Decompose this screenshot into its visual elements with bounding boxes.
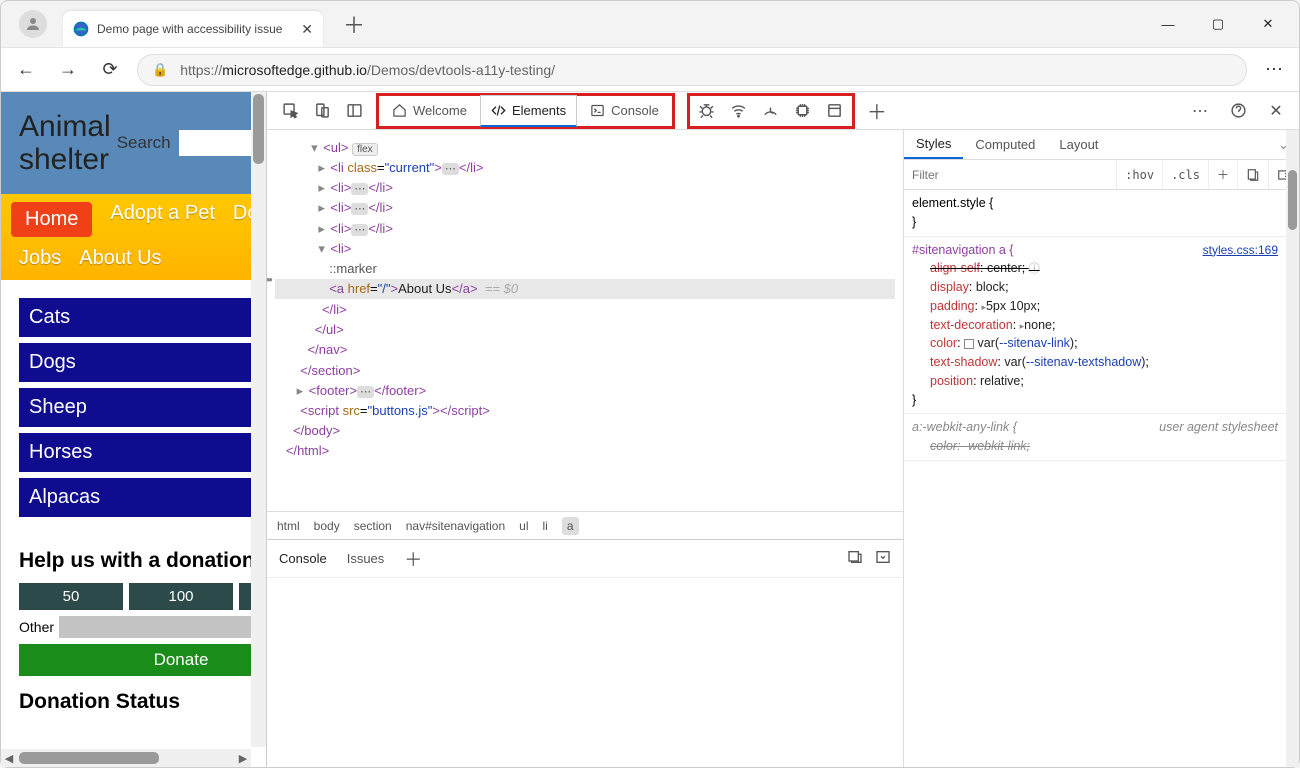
drawer-tool-icon[interactable] <box>847 549 863 568</box>
donation-50[interactable]: 50 <box>19 583 123 610</box>
category-horses[interactable]: Horses <box>19 433 266 472</box>
donation-100[interactable]: 100 <box>129 583 233 610</box>
help-icon[interactable] <box>1223 96 1253 126</box>
styles-toolbar: :hov .cls ＋ <box>904 160 1299 190</box>
add-tab-icon[interactable]: ＋ <box>862 96 892 126</box>
category-cats[interactable]: Cats <box>19 298 266 337</box>
drawer-tab-issues[interactable]: Issues <box>347 551 385 566</box>
forward-button[interactable]: → <box>53 55 83 85</box>
page-header: Animalshelter Search <box>1 92 266 194</box>
donation-other-input[interactable] <box>59 616 266 638</box>
drawer-add-icon[interactable]: ＋ <box>404 546 422 572</box>
drawer-collapse-icon[interactable] <box>875 549 891 568</box>
hov-toggle[interactable]: :hov <box>1116 160 1162 189</box>
devtools-more-icon[interactable]: ⋯ <box>1185 96 1215 126</box>
profile-icon[interactable] <box>19 10 47 38</box>
memory-icon[interactable] <box>788 96 818 126</box>
nav-home[interactable]: Home <box>11 202 92 237</box>
category-dogs[interactable]: Dogs <box>19 343 266 382</box>
dom-tree[interactable]: ▾<ul> flex ▸<li class="current">⋯</li> ▸… <box>267 130 903 511</box>
minimize-button[interactable]: ― <box>1145 8 1191 40</box>
selected-dom-node[interactable]: <a href="/">About Us</a> == $0 <box>275 279 895 299</box>
page-horizontal-scrollbar[interactable]: ◀ ▶ <box>1 749 251 767</box>
scroll-right-icon[interactable]: ▶ <box>235 752 251 765</box>
scroll-left-icon[interactable]: ◀ <box>1 752 17 765</box>
content-area: Animalshelter Search Home Adopt a Pet Do… <box>1 91 1299 767</box>
subtab-styles[interactable]: Styles <box>904 130 963 159</box>
nav-adopt[interactable]: Adopt a Pet <box>110 202 215 237</box>
site-nav: Home Adopt a Pet Donate Jobs About Us <box>1 194 266 280</box>
elements-pane: ▾<ul> flex ▸<li class="current">⋯</li> ▸… <box>267 130 904 767</box>
tools-highlight-box <box>687 93 855 129</box>
console-drawer-body[interactable] <box>267 577 903 767</box>
devtools: Welcome Elements Console <box>266 92 1299 767</box>
browser-toolbar: ← → ⟳ 🔒 https://microsoftedge.github.io/… <box>1 47 1299 91</box>
performance-icon[interactable] <box>756 96 786 126</box>
tab-welcome[interactable]: Welcome <box>381 95 478 127</box>
bug-icon[interactable] <box>692 96 722 126</box>
donation-section: Help us with a donation 50 100 200 Other… <box>1 549 266 734</box>
donation-other-label: Other <box>19 619 54 635</box>
refresh-button[interactable]: ⟳ <box>95 55 125 85</box>
styles-scrollbar[interactable] <box>1286 130 1299 767</box>
url-text: https://microsoftedge.github.io/Demos/de… <box>180 62 555 78</box>
tab-favicon-icon <box>73 21 89 37</box>
css-rules[interactable]: element.style { } #sitenavigation a {sty… <box>904 190 1299 767</box>
page-vertical-scrollbar[interactable] <box>251 92 266 747</box>
styles-tabs: Styles Computed Layout ⌄ <box>904 130 1299 160</box>
device-emulation-icon[interactable] <box>307 96 337 126</box>
page-pane: Animalshelter Search Home Adopt a Pet Do… <box>1 92 266 767</box>
scrollbar-thumb[interactable] <box>253 94 264 164</box>
styles-filter-input[interactable] <box>904 160 1116 189</box>
browser-window: Demo page with accessibility issue ✕ ＋ ―… <box>0 0 1300 768</box>
donation-heading: Help us with a donation <box>19 549 266 573</box>
nav-about[interactable]: About Us <box>79 247 161 270</box>
console-drawer-tabs: Console Issues ＋ <box>267 539 903 577</box>
category-alpacas[interactable]: Alpacas <box>19 478 266 517</box>
search-label: Search <box>117 133 171 153</box>
tab-console[interactable]: Console <box>579 95 670 127</box>
titlebar: Demo page with accessibility issue ✕ ＋ ―… <box>1 1 1299 47</box>
scrollbar-thumb[interactable] <box>19 752 159 764</box>
tabs-highlight-box: Welcome Elements Console <box>376 93 675 129</box>
new-rule-icon[interactable]: ＋ <box>1208 160 1237 189</box>
subtab-layout[interactable]: Layout <box>1047 130 1110 159</box>
window-controls: ― ▢ ✕ <box>1145 8 1291 40</box>
new-tab-button[interactable]: ＋ <box>343 8 365 40</box>
devtools-close-icon[interactable]: ✕ <box>1261 96 1291 126</box>
inspect-element-icon[interactable] <box>275 96 305 126</box>
browser-tab[interactable]: Demo page with accessibility issue ✕ <box>63 11 323 47</box>
tab-title: Demo page with accessibility issue <box>97 22 293 36</box>
console-icon <box>590 103 605 118</box>
scrollbar-thumb[interactable] <box>1288 170 1297 230</box>
code-icon <box>491 103 506 118</box>
page-title: Animalshelter <box>19 110 111 176</box>
address-bar[interactable]: 🔒 https://microsoftedge.github.io/Demos/… <box>137 54 1247 86</box>
cls-toggle[interactable]: .cls <box>1162 160 1208 189</box>
application-icon[interactable] <box>820 96 850 126</box>
computed-panel-icon[interactable] <box>1237 160 1268 189</box>
css-source-link[interactable]: styles.css:169 <box>1203 241 1278 259</box>
tab-close-icon[interactable]: ✕ <box>301 21 313 38</box>
drawer-tab-console[interactable]: Console <box>279 551 327 566</box>
subtab-computed[interactable]: Computed <box>963 130 1047 159</box>
back-button[interactable]: ← <box>11 55 41 85</box>
dom-breadcrumb[interactable]: html body section nav#sitenavigation ul … <box>267 511 903 539</box>
donation-status-heading: Donation Status <box>19 690 266 714</box>
dock-icon[interactable] <box>339 96 369 126</box>
browser-menu-button[interactable]: ⋯ <box>1259 59 1289 80</box>
tab-elements[interactable]: Elements <box>480 95 577 127</box>
lock-icon: 🔒 <box>152 62 168 78</box>
network-icon[interactable] <box>724 96 754 126</box>
category-list: Cats Dogs Sheep Horses Alpacas <box>1 280 266 535</box>
donate-button[interactable]: Donate <box>19 644 266 676</box>
home-icon <box>392 103 407 118</box>
devtools-tabbar: Welcome Elements Console <box>267 92 1299 130</box>
maximize-button[interactable]: ▢ <box>1195 8 1241 40</box>
styles-pane: Styles Computed Layout ⌄ :hov .cls ＋ <box>904 130 1299 767</box>
category-sheep[interactable]: Sheep <box>19 388 266 427</box>
close-button[interactable]: ✕ <box>1245 8 1291 40</box>
nav-jobs[interactable]: Jobs <box>19 247 61 270</box>
